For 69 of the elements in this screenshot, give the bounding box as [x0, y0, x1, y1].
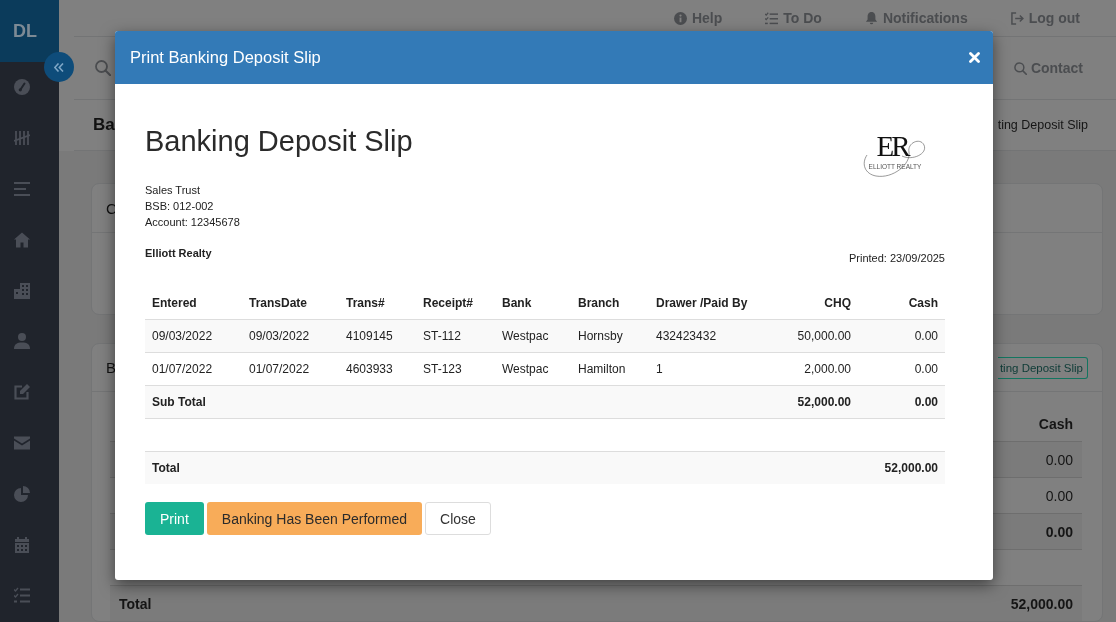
table-cell: Total: [110, 585, 485, 621]
pie-chart-icon[interactable]: [14, 485, 30, 502]
brand-logo[interactable]: DL: [0, 0, 59, 62]
column-header: Receipt#: [416, 287, 495, 320]
table-cell: Sub Total: [145, 385, 242, 419]
table-cell: 4603933: [339, 352, 416, 386]
column-header: Cash: [858, 287, 945, 320]
account-detail: Sales Trust: [145, 183, 202, 198]
column-header: Entered: [145, 287, 242, 320]
table-cell: 52,000.00: [858, 451, 945, 484]
table-cell: Westpac: [495, 352, 571, 386]
print-button[interactable]: Print: [145, 502, 204, 535]
building-icon[interactable]: [14, 282, 30, 299]
user-icon[interactable]: [14, 333, 30, 350]
tally-icon[interactable]: [14, 130, 30, 147]
close-button[interactable]: Close: [425, 502, 491, 535]
close-button[interactable]: [969, 52, 980, 63]
company-name: Elliott Realty: [145, 246, 212, 260]
table-cell: 1: [649, 352, 780, 386]
card-title: B: [106, 359, 116, 376]
double-chevron-left-icon: [54, 62, 64, 72]
column-header: Trans#: [339, 287, 416, 320]
account-detail: BSB: 012-002: [145, 199, 215, 214]
menu-icon[interactable]: [14, 181, 30, 197]
close-icon: [969, 52, 980, 63]
column-header: TransDate: [242, 287, 339, 320]
page-title: Ba: [93, 115, 115, 135]
table-cell: 432423432: [649, 319, 780, 353]
column-header: Branch: [571, 287, 649, 320]
dialog-title: Print Banking Deposit Slip: [130, 48, 321, 67]
checklist-icon[interactable]: [14, 587, 30, 604]
info-icon: [673, 11, 687, 25]
table-cell: 52,000.00: [780, 385, 858, 419]
table-cell: 09/03/2022: [242, 319, 339, 353]
table-cell: 50,000.00: [780, 319, 858, 353]
table-cell: 0.00: [858, 319, 945, 353]
search-icon[interactable]: [95, 60, 111, 76]
table-cell: Hamilton: [571, 352, 649, 386]
table-cell: Hornsby: [571, 319, 649, 353]
table-cell: Westpac: [495, 319, 571, 353]
bell-icon: [864, 11, 878, 25]
table-cell: 0.00: [858, 385, 945, 419]
table-cell: 01/07/2022: [145, 352, 242, 386]
table-cell: 52,000.00: [484, 585, 1082, 621]
search-icon: [1013, 61, 1027, 75]
deposit-slip-button[interactable]: ting Deposit Slip: [997, 356, 1088, 379]
table-cell: Total: [145, 451, 242, 484]
table-cell: 2,000.00: [780, 352, 858, 386]
table-cell: 09/03/2022: [145, 319, 242, 353]
table-cell: 01/07/2022: [242, 352, 339, 386]
table-cell: ST-123: [416, 352, 495, 386]
calendar-icon[interactable]: [14, 536, 30, 553]
edit-icon[interactable]: [14, 384, 30, 401]
column-header: Drawer /Paid By: [649, 287, 780, 320]
home-icon[interactable]: [14, 231, 30, 248]
slip-heading: Banking Deposit Slip: [145, 124, 413, 159]
gauge-icon[interactable]: [14, 79, 30, 96]
envelope-icon[interactable]: [14, 434, 30, 451]
banking-performed-button[interactable]: Banking Has Been Performed: [206, 502, 422, 535]
column-header: CHQ: [780, 287, 858, 320]
account-detail: Account: 12345678: [145, 215, 241, 230]
table-cell: 4109145: [339, 319, 416, 353]
breadcrumb-link[interactable]: ting Deposit Slip: [997, 118, 1088, 132]
table-cell: ST-112: [416, 319, 495, 353]
table-cell: 0.00: [858, 352, 945, 386]
checklist-icon: [765, 11, 779, 25]
column-header: Bank: [495, 287, 571, 320]
printed-date: Printed: 23/09/2025: [848, 251, 945, 265]
logout-icon: [1010, 11, 1024, 25]
